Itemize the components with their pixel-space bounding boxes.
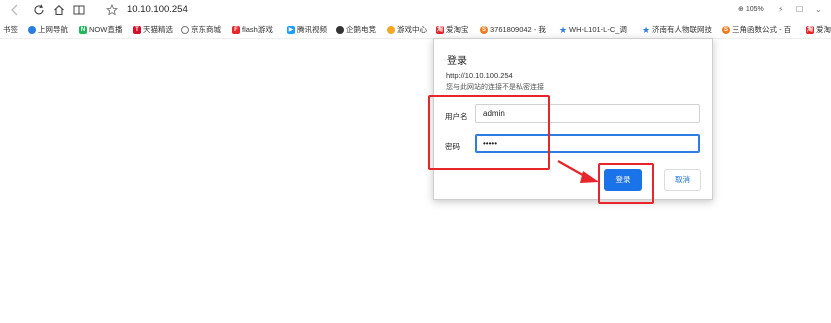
zoom-icon: ⊕ <box>738 6 744 13</box>
bookmarks-folder[interactable]: 书签 <box>3 24 18 35</box>
login-button-highlight-box <box>598 163 654 204</box>
video-icon: ▶ <box>287 25 295 34</box>
now-icon: N <box>79 25 87 34</box>
home-icon[interactable] <box>53 4 65 16</box>
bookmark-item[interactable]: T 天猫精选 <box>133 24 173 35</box>
s-icon: S <box>722 25 730 34</box>
tmall-icon: T <box>133 25 141 34</box>
bookmark-item[interactable]: 游戏中心 <box>387 24 427 35</box>
flash-icon: F <box>232 25 240 34</box>
dialog-title: 登录 <box>447 56 467 67</box>
address-bar-url[interactable]: 10.10.100.254 <box>127 4 188 15</box>
bookmark-item[interactable]: ★ 济南有人物联网技 <box>642 24 712 35</box>
back-icon[interactable] <box>9 4 21 16</box>
browser-toolbar: 10.10.100.254 ⊕ 105% ⚡ ☐ ⌄ <box>0 0 831 20</box>
bookmark-item[interactable]: S 三角函数公式 - 百 <box>722 24 791 35</box>
game-icon <box>387 25 395 34</box>
bookmark-item[interactable]: 京东商城 <box>181 24 221 35</box>
bookmark-item[interactable]: ★ WH-L101-L-C_调 <box>559 24 627 35</box>
bookmark-item[interactable]: Fflash游戏 <box>232 24 273 35</box>
lightning-icon[interactable]: ⚡ <box>778 5 784 14</box>
taobao-icon: 淘 <box>806 25 814 34</box>
bookmark-item[interactable]: ▶ 腾讯视频 <box>287 24 327 35</box>
cancel-button[interactable]: 取消 <box>664 169 701 191</box>
credentials-highlight-box <box>428 95 550 170</box>
zoom-level: 105% <box>745 6 764 13</box>
bookmark-item[interactable]: N NOW直播 <box>79 24 122 35</box>
dialog-host: http://10.10.100.254 <box>446 71 513 80</box>
refresh-icon[interactable] <box>33 4 45 16</box>
zoom-indicator[interactable]: ⊕ 105% <box>738 5 764 13</box>
person-icon: ★ <box>559 24 568 35</box>
bookmark-item[interactable]: 上网导航 <box>28 24 68 35</box>
chevron-down-icon[interactable]: ⌄ <box>815 5 822 14</box>
bookmark-item[interactable]: S 3761809042 - 我 <box>480 24 546 35</box>
globe-icon <box>181 25 189 34</box>
s-icon: S <box>480 25 488 34</box>
share-icon[interactable]: ☐ <box>796 5 803 14</box>
person-icon: ★ <box>642 24 651 35</box>
annotation-arrow-icon <box>557 160 599 183</box>
bookmark-item[interactable]: 淘爱淘 <box>806 24 831 35</box>
dialog-privacy-note: 您与此网站的连接不是私密连接 <box>446 84 544 91</box>
taobao-icon: 淘 <box>436 25 444 34</box>
nav-icon <box>28 25 36 34</box>
reader-icon[interactable] <box>73 4 85 16</box>
bookmark-item[interactable]: 淘爱淘宝 <box>436 24 469 35</box>
bookmarks-bar: 书签 上网导航 N NOW直播 T 天猫精选 京东商城 Fflash游戏 ▶ 腾讯视频… <box>0 20 831 39</box>
bookmark-item[interactable]: 企鹅电竞 <box>336 24 376 35</box>
penguin-icon <box>336 25 344 34</box>
star-icon[interactable] <box>106 4 118 16</box>
